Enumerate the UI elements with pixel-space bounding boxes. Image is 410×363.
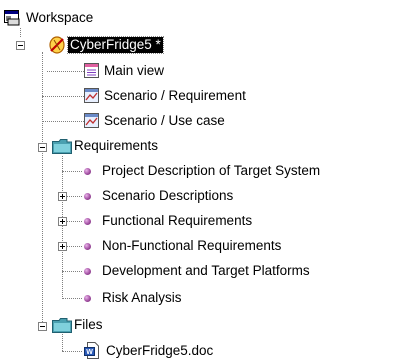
tree-item-label: CyberFridge5 * — [67, 36, 164, 54]
tree-line — [67, 221, 82, 222]
tree-line — [20, 28, 21, 37]
word-document-icon: W — [84, 342, 99, 359]
bullet-icon — [84, 218, 91, 225]
tree-line — [42, 52, 43, 328]
tree-folder-files[interactable]: Files — [52, 315, 105, 335]
tree-item-label: Risk Analysis — [102, 290, 182, 305]
expand-toggle[interactable] — [58, 242, 67, 251]
tree-item-scenario-use-case[interactable]: Scenario / Use case — [84, 111, 227, 131]
expand-toggle[interactable] — [58, 217, 67, 226]
tree-line — [42, 121, 84, 122]
tree-item-label: Functional Requirements — [102, 213, 253, 228]
tree-item-label: Project Description of Target System — [102, 163, 321, 178]
bullet-icon — [84, 193, 91, 200]
tree-line — [42, 96, 84, 97]
tree-item-project[interactable]: CyberFridge5 * — [48, 35, 164, 55]
tree-item-workspace[interactable]: Workspace — [4, 8, 95, 28]
bullet-icon — [84, 268, 91, 275]
tree-line — [47, 71, 84, 72]
diagram-icon — [84, 88, 99, 103]
view-icon — [84, 63, 99, 78]
tree-line — [67, 196, 82, 197]
tree-folder-requirements[interactable]: Requirements — [52, 136, 160, 156]
bullet-icon — [84, 243, 91, 250]
svg-text:W: W — [86, 349, 93, 356]
diagram-icon — [84, 113, 99, 128]
tree-item-label: Requirements — [74, 138, 159, 153]
collapse-toggle[interactable] — [16, 41, 25, 50]
tree-line — [62, 156, 63, 299]
requirement-item[interactable]: Development and Target Platforms — [84, 261, 312, 281]
workspace-icon — [4, 10, 20, 26]
folder-icon — [52, 139, 72, 154]
bullet-icon — [84, 295, 91, 302]
tree-item-label: Main view — [104, 63, 165, 78]
tree-line — [67, 246, 82, 247]
folder-icon — [52, 318, 72, 333]
tree-item-label: Files — [74, 317, 103, 332]
tree-item-label: CyberFridge5.doc — [106, 343, 214, 358]
collapse-toggle[interactable] — [38, 143, 47, 152]
requirement-item[interactable]: Scenario Descriptions — [84, 186, 235, 206]
expand-toggle[interactable] — [58, 192, 67, 201]
tree-item-label: Development and Target Platforms — [102, 263, 310, 278]
tree-item-label: Non-Functional Requirements — [102, 238, 282, 253]
tree-item-scenario-requirement[interactable]: Scenario / Requirement — [84, 86, 248, 106]
tree-line — [62, 298, 82, 299]
requirement-item[interactable]: Project Description of Target System — [84, 161, 322, 181]
collapse-toggle[interactable] — [38, 322, 47, 331]
bullet-icon — [84, 168, 91, 175]
requirement-item[interactable]: Risk Analysis — [84, 288, 184, 308]
requirement-item[interactable]: Functional Requirements — [84, 211, 254, 231]
tree-line — [62, 271, 82, 272]
requirement-item[interactable]: Non-Functional Requirements — [84, 236, 283, 256]
tree-line — [62, 351, 82, 352]
tree-item-label: Scenario / Requirement — [104, 88, 246, 103]
tree-item-label: Workspace — [26, 10, 94, 25]
tree-item-main-view[interactable]: Main view — [84, 61, 166, 81]
file-item[interactable]: W CyberFridge5.doc — [84, 341, 215, 361]
tree-line — [62, 171, 82, 172]
project-icon — [49, 36, 65, 54]
tree-item-label: Scenario Descriptions — [102, 188, 234, 203]
tree-item-label: Scenario / Use case — [104, 113, 225, 128]
